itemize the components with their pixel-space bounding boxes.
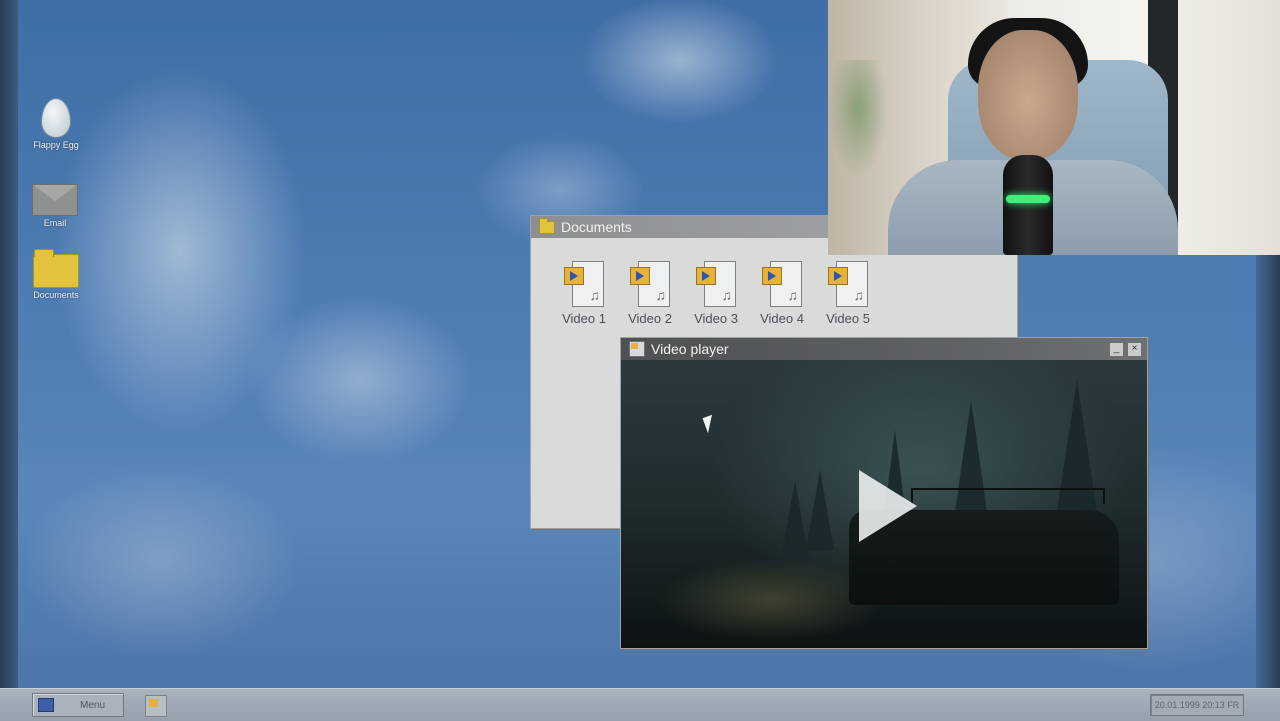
video-frame[interactable] xyxy=(621,360,1147,648)
video-player-app-icon xyxy=(629,341,645,357)
start-menu-button[interactable]: Menu xyxy=(32,693,124,717)
webcam-overlay xyxy=(828,0,1280,255)
file-label: Video 3 xyxy=(694,311,738,326)
video-player-titlebar[interactable]: Video player _ × xyxy=(621,338,1147,360)
minimize-button[interactable]: _ xyxy=(1109,341,1124,357)
start-menu-label: Menu xyxy=(79,699,105,711)
monitor-bezel-left xyxy=(0,0,18,720)
menu-icon xyxy=(38,698,54,712)
video-file-icon xyxy=(564,261,604,307)
file-video-4[interactable]: Video 4 xyxy=(749,261,815,326)
envelope-icon xyxy=(32,184,78,216)
file-label: Video 4 xyxy=(760,311,804,326)
desktop-icon-label: Documents xyxy=(33,290,79,300)
file-label: Video 2 xyxy=(628,311,672,326)
desktop-icon-documents[interactable]: Documents xyxy=(26,249,86,300)
video-player-window[interactable]: Video player _ × xyxy=(620,337,1148,649)
forest-tree xyxy=(806,470,834,550)
close-button[interactable]: × xyxy=(1127,341,1142,357)
file-video-2[interactable]: Video 2 xyxy=(617,261,683,326)
desktop-icon-flappy-egg[interactable]: Flappy Egg xyxy=(26,98,86,150)
video-file-icon xyxy=(828,261,868,307)
folder-icon xyxy=(33,249,79,288)
file-list: Video 1 Video 2 Video 3 Video 4 Video 5 xyxy=(551,261,881,326)
roof-rack xyxy=(911,488,1105,504)
desktop-icon-email[interactable]: Email xyxy=(25,184,85,228)
video-file-icon xyxy=(696,261,736,307)
window-title: Video player xyxy=(651,341,729,357)
monitor-bezel-right xyxy=(1256,255,1280,720)
file-video-3[interactable]: Video 3 xyxy=(683,261,749,326)
microphone-light xyxy=(1006,195,1050,203)
window-controls: _ × xyxy=(1106,341,1142,357)
file-label: Video 1 xyxy=(562,311,606,326)
file-video-5[interactable]: Video 5 xyxy=(815,261,881,326)
microphone-icon xyxy=(1003,155,1053,255)
window-title: Documents xyxy=(561,219,632,235)
folder-icon xyxy=(539,217,555,234)
streamer-face xyxy=(978,30,1078,160)
taskbar-video-player-button[interactable] xyxy=(145,695,167,717)
mouse-cursor-icon xyxy=(702,414,718,434)
video-file-icon xyxy=(630,261,670,307)
forest-tree xyxy=(781,480,809,560)
taskbar: Menu 20.01.1999 20:13 FR xyxy=(0,688,1280,721)
play-icon[interactable] xyxy=(859,470,917,542)
video-file-icon xyxy=(762,261,802,307)
desktop-icon-label: Flappy Egg xyxy=(33,140,79,150)
plant-background xyxy=(828,60,888,180)
egg-icon xyxy=(41,98,71,138)
file-label: Video 5 xyxy=(826,311,870,326)
desktop-icon-label: Email xyxy=(43,218,67,228)
taskbar-clock: 20.01.1999 20:13 FR xyxy=(1150,694,1244,716)
file-video-1[interactable]: Video 1 xyxy=(551,261,617,326)
